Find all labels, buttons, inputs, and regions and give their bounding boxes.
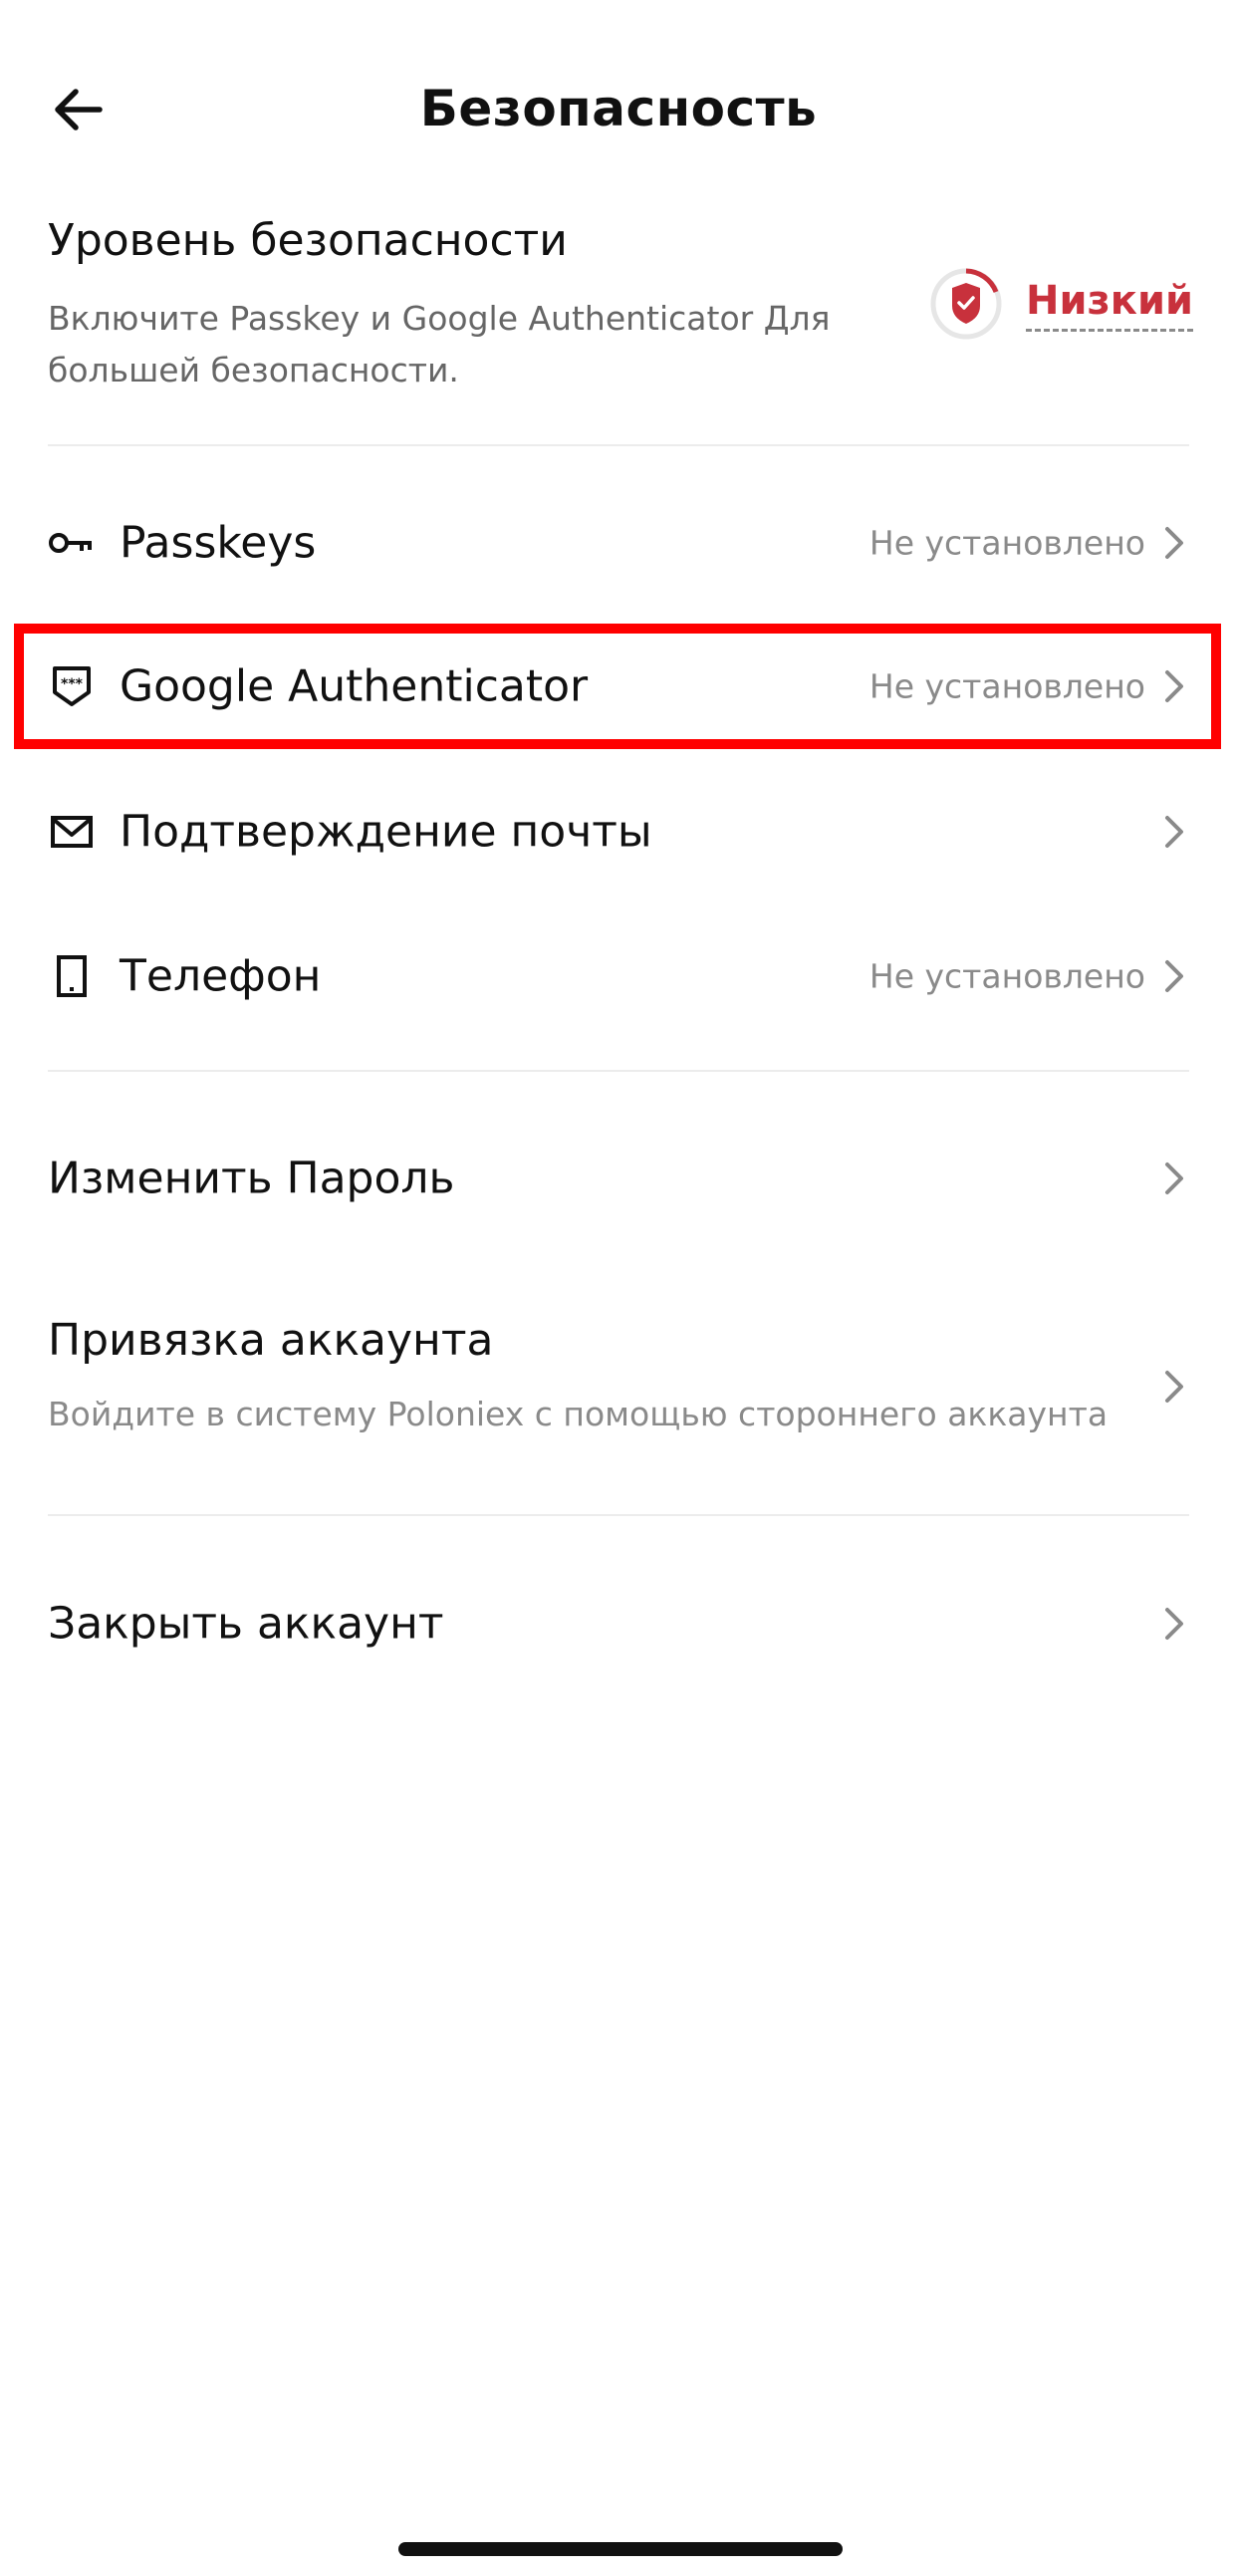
divider xyxy=(48,444,1189,446)
security-ring-icon xyxy=(930,268,1002,340)
chevron-right-icon xyxy=(1159,1367,1189,1407)
chevron-right-icon xyxy=(1159,812,1189,852)
divider xyxy=(48,1070,1189,1072)
row-label: Подтверждение почты xyxy=(120,806,652,858)
row-label: Закрыть аккаунт xyxy=(48,1598,444,1650)
row-phone[interactable]: Телефон Не установлено xyxy=(0,911,1237,1041)
row-label: Изменить Пароль xyxy=(48,1153,455,1204)
security-level-title: Уровень безопасности xyxy=(48,215,568,266)
row-status: Не установлено xyxy=(868,523,1145,563)
row-email-confirmation[interactable]: Подтверждение почты xyxy=(0,767,1237,897)
security-screen: Безопасность Уровень безопасности Включи… xyxy=(0,0,1237,2576)
chevron-right-icon xyxy=(1159,956,1189,996)
phone-icon xyxy=(48,952,96,1000)
header: Безопасность xyxy=(0,40,1237,149)
mail-icon xyxy=(48,808,96,856)
page-title: Безопасность xyxy=(419,80,818,137)
row-label: Passkeys xyxy=(120,517,317,569)
chevron-right-icon xyxy=(1159,1604,1189,1644)
row-status: Не установлено xyxy=(868,956,1145,996)
divider xyxy=(48,1514,1189,1516)
highlight-box xyxy=(14,624,1221,749)
home-indicator[interactable] xyxy=(398,2542,843,2556)
row-description: Войдите в систему Poloniex с помощью сто… xyxy=(48,1395,1109,1433)
row-close-account[interactable]: Закрыть аккаунт xyxy=(0,1559,1237,1688)
chevron-right-icon xyxy=(1159,523,1189,563)
security-level-section: Уровень безопасности Включите Passkey и … xyxy=(48,209,1193,408)
security-level-description: Включите Passkey и Google Authenticator … xyxy=(48,299,831,389)
chevron-right-icon xyxy=(1159,1159,1189,1198)
row-passkeys[interactable]: Passkeys Не установлено xyxy=(0,478,1237,608)
key-icon xyxy=(48,519,96,567)
security-level-status[interactable]: Низкий xyxy=(1026,277,1193,332)
row-change-password[interactable]: Изменить Пароль xyxy=(0,1114,1237,1243)
row-label: Телефон xyxy=(120,950,322,1002)
row-account-binding[interactable]: Привязка аккаунта Войдите в систему Polo… xyxy=(0,1295,1237,1494)
row-label: Привязка аккаунта xyxy=(48,1315,494,1366)
security-level-badge[interactable]: Низкий xyxy=(928,259,1193,349)
